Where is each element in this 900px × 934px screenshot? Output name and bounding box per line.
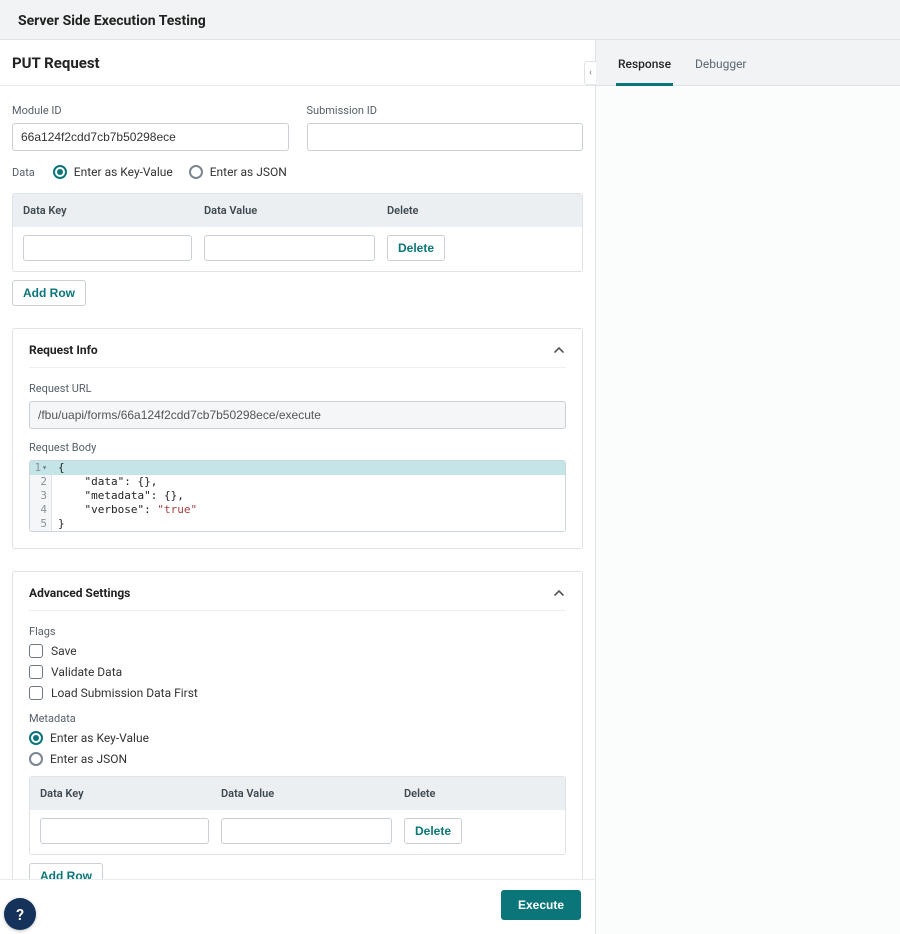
tab-response[interactable]: Response — [616, 57, 673, 86]
advanced-settings-title: Advanced Settings — [29, 586, 130, 600]
chevron-up-icon — [553, 587, 565, 599]
chevron-left-icon: ‹ — [589, 68, 592, 78]
chevron-up-icon — [553, 344, 565, 356]
metadata-kv-table: Data Key Data Value Delete Delete — [29, 776, 566, 855]
module-id-input[interactable] — [12, 123, 289, 151]
request-body-label: Request Body — [29, 441, 566, 454]
request-url-label: Request URL — [29, 382, 566, 395]
flag-save[interactable]: Save — [29, 644, 566, 658]
help-button[interactable]: ? — [4, 898, 36, 930]
page-title: Server Side Execution Testing — [18, 13, 206, 29]
module-id-label: Module ID — [12, 104, 289, 117]
metadata-row-delete-button[interactable]: Delete — [404, 818, 462, 844]
metadata-label: Metadata — [29, 712, 566, 725]
metadata-mode-keyvalue[interactable]: Enter as Key-Value — [29, 731, 566, 745]
data-kv-table: Data Key Data Value Delete Delete — [12, 193, 583, 272]
data-add-row-button[interactable]: Add Row — [12, 280, 86, 306]
panel-collapse-button[interactable]: ‹ — [584, 61, 596, 85]
advanced-collapse[interactable] — [552, 586, 566, 600]
table-row: Delete — [13, 227, 582, 271]
request-url-input[interactable] — [29, 401, 566, 429]
data-col-value: Data Value — [204, 204, 387, 217]
metadata-key-input[interactable] — [40, 818, 209, 844]
data-row-delete-button[interactable]: Delete — [387, 235, 445, 261]
code-line-2: "data": {}, — [52, 475, 157, 489]
execute-button[interactable]: Execute — [501, 890, 581, 920]
code-line-5: } — [52, 517, 65, 531]
flag-load-first[interactable]: Load Submission Data First — [29, 686, 566, 700]
checkbox-icon — [29, 686, 43, 700]
flag-save-label: Save — [51, 644, 77, 658]
advanced-settings-section: Advanced Settings Flags Save Validate Da… — [12, 571, 583, 879]
radio-icon — [29, 752, 43, 766]
form-body: Module ID Submission ID Data Enter as Ke… — [0, 86, 595, 879]
flag-validate-label: Validate Data — [51, 665, 122, 679]
tabbar: Response Debugger — [596, 40, 900, 86]
submission-id-input[interactable] — [307, 123, 584, 151]
data-col-delete: Delete — [387, 204, 574, 217]
left-panel: ‹ PUT Request Module ID Submission ID — [0, 40, 596, 934]
data-mode-json-label: Enter as JSON — [210, 165, 287, 179]
help-icon: ? — [16, 905, 24, 924]
checkbox-icon — [29, 665, 43, 679]
submission-id-label: Submission ID — [307, 104, 584, 117]
checkbox-icon — [29, 644, 43, 658]
tab-debugger[interactable]: Debugger — [693, 57, 749, 86]
form-title: PUT Request — [12, 54, 583, 72]
request-body-editor[interactable]: 1▾{ 2 "data": {}, 3 "metadata": {}, 4 "v… — [29, 460, 566, 532]
flag-validate[interactable]: Validate Data — [29, 665, 566, 679]
metadata-col-delete: Delete — [404, 787, 557, 800]
code-line-3: "metadata": {}, — [52, 489, 184, 503]
metadata-col-value: Data Value — [221, 787, 404, 800]
metadata-value-input[interactable] — [221, 818, 392, 844]
flags-label: Flags — [29, 625, 566, 638]
data-mode-row: Data Enter as Key-Value Enter as JSON — [12, 165, 583, 179]
data-mode-json[interactable]: Enter as JSON — [189, 165, 287, 179]
page-header: Server Side Execution Testing — [0, 0, 900, 40]
data-mode-keyvalue[interactable]: Enter as Key-Value — [53, 165, 173, 179]
code-line-4: "verbose": "true" — [52, 503, 197, 517]
form-scroll[interactable]: PUT Request Module ID Submission ID Data — [0, 40, 595, 879]
form-footer: Execute — [0, 879, 595, 934]
flag-load-first-label: Load Submission Data First — [51, 686, 198, 700]
table-row: Delete — [30, 810, 565, 854]
submission-id-field: Submission ID — [307, 104, 584, 151]
code-line-1: { — [52, 461, 65, 475]
radio-icon — [53, 165, 67, 179]
radio-icon — [189, 165, 203, 179]
data-value-input[interactable] — [204, 235, 375, 261]
main: ‹ PUT Request Module ID Submission ID — [0, 40, 900, 934]
data-key-input[interactable] — [23, 235, 192, 261]
metadata-mode-keyvalue-label: Enter as Key-Value — [50, 731, 149, 745]
module-id-field: Module ID — [12, 104, 289, 151]
data-col-key: Data Key — [21, 204, 204, 217]
request-info-title: Request Info — [29, 343, 98, 357]
metadata-add-row-button[interactable]: Add Row — [29, 863, 103, 879]
right-panel: Response Debugger — [596, 40, 900, 934]
radio-icon — [29, 731, 43, 745]
metadata-mode-json-label: Enter as JSON — [50, 752, 127, 766]
request-info-section: Request Info Request URL Request Body 1▾… — [12, 328, 583, 549]
request-info-collapse[interactable] — [552, 343, 566, 357]
metadata-mode-json[interactable]: Enter as JSON — [29, 752, 566, 766]
data-mode-keyvalue-label: Enter as Key-Value — [74, 165, 173, 179]
metadata-col-key: Data Key — [38, 787, 221, 800]
form-title-bar: PUT Request — [0, 40, 595, 86]
data-label: Data — [12, 166, 35, 179]
